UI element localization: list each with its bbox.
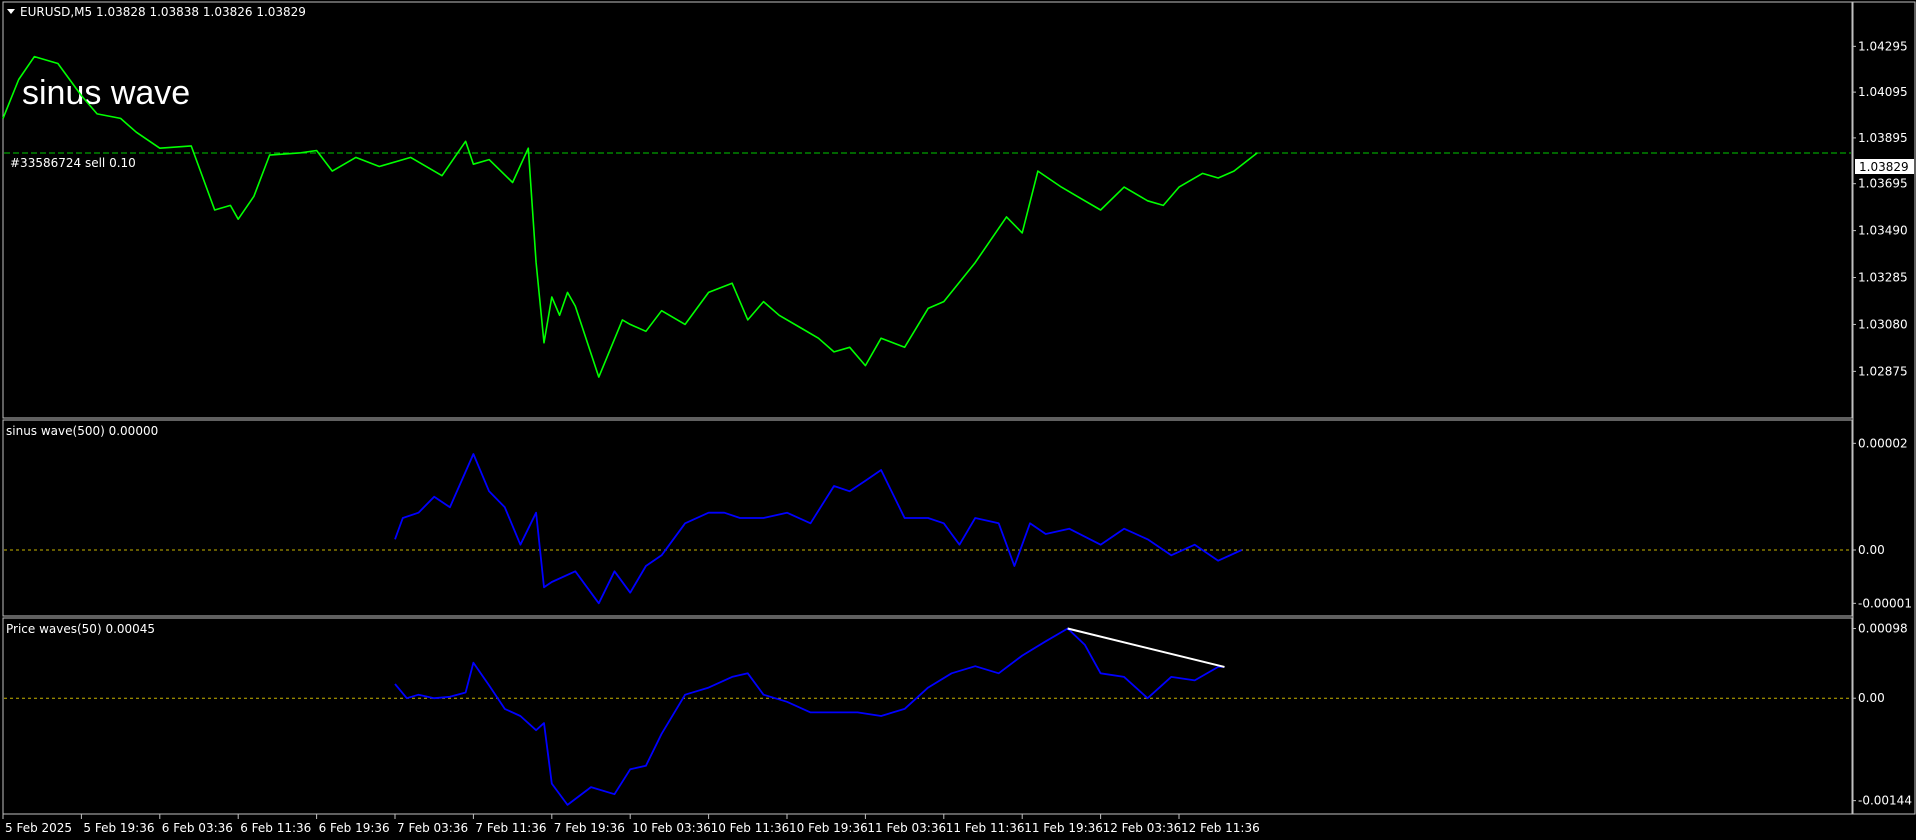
y-tick-label: 0.00 bbox=[1858, 691, 1885, 705]
y-tick-label: 1.03895 bbox=[1858, 131, 1908, 145]
symbol-label: EURUSD,M5 bbox=[20, 5, 92, 19]
y-tick-label: -0.00144 bbox=[1858, 794, 1912, 808]
y-tick-label: 0.00002 bbox=[1858, 436, 1908, 450]
x-tick-label: 5 Feb 19:36 bbox=[83, 821, 154, 835]
menu-triangle-icon[interactable] bbox=[7, 9, 15, 14]
indicator-series-line bbox=[394, 453, 1243, 605]
x-tick-label: 12 Feb 03:36 bbox=[1103, 821, 1182, 835]
y-tick-label: 1.04295 bbox=[1858, 39, 1908, 53]
y-tick-label: 1.02875 bbox=[1858, 364, 1908, 378]
sinus-wave-overlay-label: sinus wave bbox=[22, 74, 190, 112]
y-tick-label: 1.03285 bbox=[1858, 271, 1908, 285]
y-tick-label: 1.03695 bbox=[1858, 177, 1908, 191]
price-series-line bbox=[2, 55, 1258, 378]
x-tick-label: 5 Feb 2025 bbox=[5, 821, 72, 835]
x-tick-label: 6 Feb 03:36 bbox=[162, 821, 233, 835]
x-axis: 5 Feb 2025 5 Feb 19:36 6 Feb 03:36 6 Feb 11… bbox=[2, 814, 1260, 835]
x-tick-label: 6 Feb 19:36 bbox=[319, 821, 390, 835]
y-tick-label: 1.03080 bbox=[1858, 317, 1908, 331]
price-waves-chart: 0.00098 0.00 -0.00144 bbox=[4, 622, 1912, 808]
y-tick-label: 0.00 bbox=[1858, 543, 1885, 557]
current-price-tag: 1.03829 bbox=[1859, 160, 1909, 174]
x-tick-label: 12 Feb 11:36 bbox=[1181, 821, 1260, 835]
x-tick-label: 7 Feb 19:36 bbox=[554, 821, 625, 835]
main-pane-frame bbox=[2, 1, 1853, 419]
y-tick-label: 0.00098 bbox=[1858, 622, 1908, 636]
x-tick-label: 7 Feb 03:36 bbox=[397, 821, 468, 835]
sinus-wave-chart: 0.00002 0.00 -0.00001 bbox=[4, 436, 1912, 610]
x-tick-label: 7 Feb 11:36 bbox=[475, 821, 546, 835]
price-waves-pane-frame bbox=[2, 617, 1853, 815]
y-tick-label: -0.00001 bbox=[1858, 596, 1912, 610]
x-tick-label: 11 Feb 11:36 bbox=[946, 821, 1025, 835]
ohlc-label: 1.03828 1.03838 1.03826 1.03829 bbox=[96, 5, 306, 19]
sinus-wave-indicator-title: sinus wave(500) 0.00000 bbox=[6, 424, 158, 438]
main-price-chart: 1.04295 1.04095 1.03895 1.03695 1.03490 1.032… bbox=[2, 39, 1908, 378]
x-tick-label: 10 Feb 19:36 bbox=[789, 821, 868, 835]
x-tick-label: 6 Feb 11:36 bbox=[240, 821, 311, 835]
x-tick-label: 10 Feb 03:36 bbox=[632, 821, 711, 835]
order-label[interactable]: #33586724 sell 0.10 bbox=[10, 156, 136, 170]
y-tick-label: 1.03490 bbox=[1858, 224, 1908, 238]
x-tick-label: 11 Feb 19:36 bbox=[1024, 821, 1103, 835]
x-tick-label: 10 Feb 11:36 bbox=[711, 821, 790, 835]
price-waves-indicator-title: Price waves(50) 0.00045 bbox=[6, 622, 155, 636]
trend-line[interactable] bbox=[1067, 627, 1225, 668]
indicator-series-line bbox=[394, 627, 1225, 806]
x-tick-label: 11 Feb 03:36 bbox=[867, 821, 946, 835]
y-tick-label: 1.04095 bbox=[1858, 85, 1908, 99]
trading-chart[interactable]: EURUSD,M5 1.03828 1.03838 1.03826 1.0382… bbox=[0, 0, 1916, 840]
